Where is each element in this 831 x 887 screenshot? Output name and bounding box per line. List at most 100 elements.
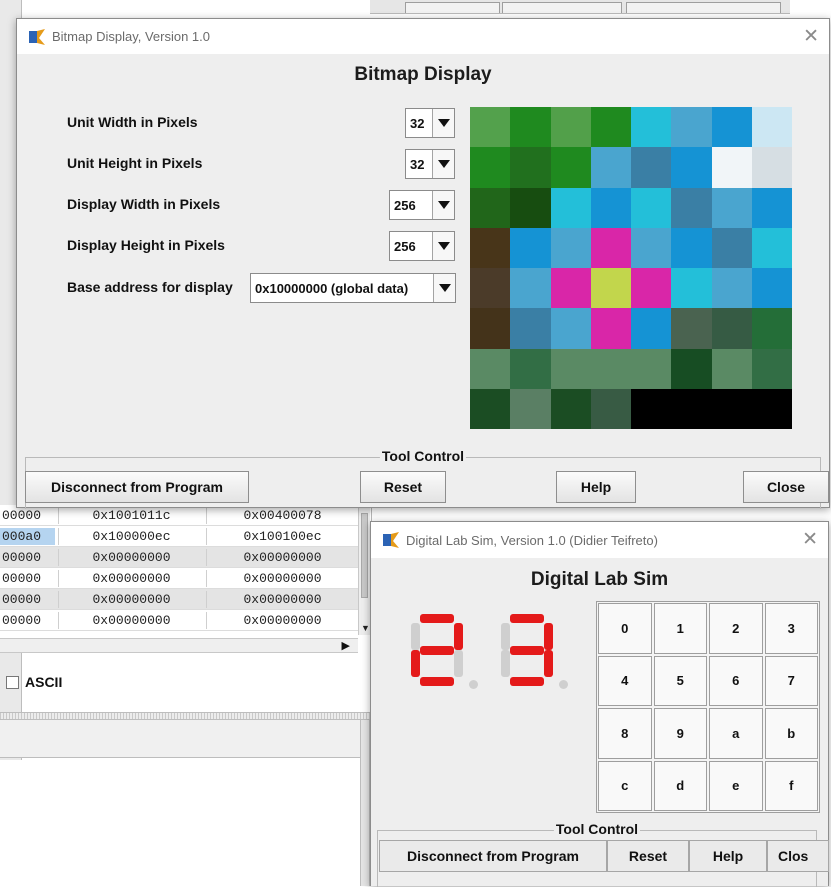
table-cell[interactable]: 0x100100ec	[206, 528, 358, 545]
bitmap-pixel	[751, 147, 792, 188]
segment-b	[544, 623, 553, 650]
mars-app-icon	[29, 28, 45, 45]
keypad-key-b[interactable]: b	[764, 708, 818, 759]
keypad-key-6[interactable]: 6	[709, 655, 763, 706]
bitmap-pixel	[470, 388, 511, 429]
main-window-bottom-panel	[0, 720, 372, 758]
base-address-select[interactable]: 0x10000000 (global data)	[250, 273, 456, 303]
keypad-key-8[interactable]: 8	[598, 708, 652, 759]
table-cell[interactable]: 00000	[0, 507, 55, 524]
bitmap-pixel	[510, 308, 551, 349]
close-icon[interactable]: ✕	[803, 25, 819, 48]
chevron-down-icon[interactable]	[433, 274, 455, 302]
ascii-checkbox-row[interactable]: ASCII	[6, 674, 62, 690]
display-height-select[interactable]: 256	[389, 231, 455, 261]
table-cell[interactable]: 000a0	[0, 528, 55, 545]
table-vertical-scrollbar[interactable]: ▼	[358, 505, 370, 635]
decimal-point	[559, 680, 568, 689]
table-cell[interactable]: 00000	[0, 570, 55, 587]
keypad-key-5[interactable]: 5	[653, 655, 707, 706]
table-cell[interactable]: 0x100000ec	[58, 528, 204, 545]
keypad-key-a[interactable]: a	[709, 708, 763, 759]
chevron-down-icon[interactable]	[432, 232, 454, 260]
bitmap-pixel	[711, 308, 752, 349]
titlebar[interactable]: Bitmap Display, Version 1.0 ✕	[17, 19, 829, 54]
close-button[interactable]: Clos	[767, 840, 829, 872]
keypad-key-1[interactable]: 1	[653, 603, 707, 654]
table-row[interactable]: 000a0 0x100000ec 0x100100ec	[0, 526, 358, 547]
bitmap-pixel	[671, 107, 712, 148]
disconnect-button[interactable]: Disconnect from Program	[379, 840, 607, 872]
table-cell[interactable]: 0x00400078	[206, 507, 358, 524]
bitmap-pixel	[631, 227, 672, 268]
table-cell[interactable]: 00000	[0, 591, 55, 608]
bitmap-pixel	[510, 147, 551, 188]
keypad-key-f[interactable]: f	[764, 760, 818, 811]
chevron-down-icon[interactable]	[432, 150, 454, 178]
table-row[interactable]: 00000 0x00000000 0x00000000	[0, 547, 358, 568]
reset-button[interactable]: Reset	[607, 840, 689, 872]
bitmap-pixel	[590, 147, 631, 188]
keypad-key-2[interactable]: 2	[709, 603, 763, 654]
display-height-value: 256	[394, 238, 416, 254]
chevron-down-icon[interactable]	[432, 191, 454, 219]
keypad-key-7[interactable]: 7	[764, 655, 818, 706]
bg-tab[interactable]	[405, 2, 500, 13]
bitmap-pixel	[751, 348, 792, 389]
table-cell[interactable]: 0x00000000	[206, 612, 358, 629]
ascii-checkbox[interactable]	[6, 675, 19, 689]
titlebar[interactable]: Digital Lab Sim, Version 1.0 (Didier Tei…	[371, 522, 828, 558]
scroll-right-arrow-icon[interactable]: ▶	[342, 639, 350, 652]
bitmap-pixel	[671, 227, 712, 268]
chevron-down-icon[interactable]	[432, 109, 454, 137]
bitmap-pixel	[510, 348, 551, 389]
bitmap-pixel	[470, 308, 511, 349]
table-horizontal-scrollbar[interactable]: ▶	[0, 638, 358, 653]
bitmap-pixel	[751, 388, 792, 429]
table-cell[interactable]: 0x00000000	[58, 591, 204, 608]
keypad-key-d[interactable]: d	[653, 760, 707, 811]
segment-f	[411, 623, 420, 650]
table-cell[interactable]: 0x00000000	[58, 549, 204, 566]
split-pane-divider[interactable]	[0, 712, 372, 720]
help-button[interactable]: Help	[556, 471, 636, 503]
segment-c	[454, 650, 463, 677]
table-row[interactable]: 00000 0x00000000 0x00000000	[0, 568, 358, 589]
table-cell[interactable]: 0x00000000	[206, 591, 358, 608]
unit-width-select[interactable]: 32	[405, 108, 455, 138]
keypad-key-c[interactable]: c	[598, 760, 652, 811]
keypad-key-9[interactable]: 9	[653, 708, 707, 759]
keypad-key-0[interactable]: 0	[598, 603, 652, 654]
bitmap-pixel	[550, 187, 591, 228]
bitmap-pixel	[631, 388, 672, 429]
table-row[interactable]: 00000 0x00000000 0x00000000	[0, 610, 358, 631]
bg-tab[interactable]	[626, 2, 781, 13]
unit-height-select[interactable]: 32	[405, 149, 455, 179]
main-window-scrollbar[interactable]	[360, 720, 370, 886]
reset-button[interactable]: Reset	[360, 471, 446, 503]
segment-g	[510, 645, 544, 655]
table-row[interactable]: 00000 0x00000000 0x00000000	[0, 589, 358, 610]
keypad-key-4[interactable]: 4	[598, 655, 652, 706]
display-width-row: Display Width in Pixels 256	[17, 190, 457, 220]
close-button[interactable]: Close	[743, 471, 829, 503]
segment-g	[420, 645, 454, 655]
table-cell[interactable]: 00000	[0, 549, 55, 566]
table-cell[interactable]: 0x1001011c	[58, 507, 204, 524]
close-icon[interactable]: ✕	[802, 528, 818, 551]
table-cell[interactable]: 0x00000000	[58, 570, 204, 587]
bg-tab[interactable]	[502, 2, 622, 13]
table-cell[interactable]: 0x00000000	[206, 570, 358, 587]
help-button[interactable]: Help	[689, 840, 767, 872]
keypad-key-3[interactable]: 3	[764, 603, 818, 654]
table-cell[interactable]: 0x00000000	[58, 612, 204, 629]
ascii-label: ASCII	[25, 674, 63, 690]
keypad-key-e[interactable]: e	[709, 760, 763, 811]
display-width-select[interactable]: 256	[389, 190, 455, 220]
scrollbar-thumb[interactable]	[361, 513, 368, 598]
display-width-label: Display Width in Pixels	[67, 196, 221, 212]
disconnect-button[interactable]: Disconnect from Program	[25, 471, 249, 503]
scroll-down-arrow-icon[interactable]: ▼	[361, 623, 370, 633]
table-cell[interactable]: 0x00000000	[206, 549, 358, 566]
table-cell[interactable]: 00000	[0, 612, 55, 629]
